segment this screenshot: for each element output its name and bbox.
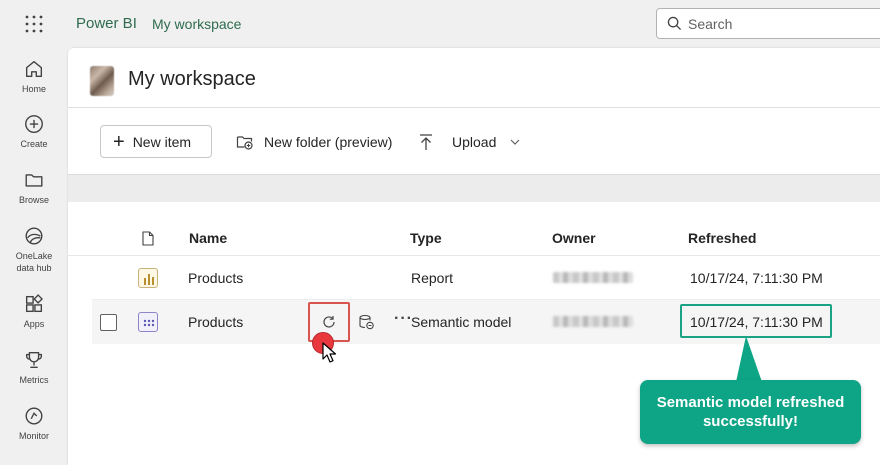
callout-pointer [736, 336, 762, 382]
nav-create[interactable]: Create [0, 113, 68, 150]
search-icon [667, 16, 682, 31]
nav-monitor-label: Monitor [18, 431, 49, 441]
row-refreshed: 10/17/24, 7:11:30 PM [690, 314, 823, 330]
table-header: Name Type Owner Refreshed [68, 220, 880, 256]
app-launcher-icon[interactable] [24, 14, 44, 34]
home-icon [25, 60, 43, 78]
upload-icon [420, 134, 432, 150]
refresh-icon[interactable] [322, 315, 336, 329]
new-folder-label: New folder (preview) [264, 134, 393, 150]
owner-redacted [553, 316, 633, 327]
workspace-avatar [90, 66, 114, 96]
new-item-label: New item [132, 133, 192, 150]
new-item-button[interactable]: + New item [100, 125, 212, 158]
brand-name[interactable]: Power BI [76, 15, 137, 32]
row-name[interactable]: Products [188, 270, 243, 286]
page-title: My workspace [128, 68, 256, 90]
nav-browse-label: Browse [18, 195, 49, 205]
nav-home[interactable]: Home [0, 58, 68, 95]
owner-redacted [553, 272, 633, 283]
trophy-icon [25, 351, 43, 369]
file-type-icon [142, 231, 154, 246]
toolbar: + New item New folder (preview) Upload [68, 109, 880, 174]
apps-icon [25, 294, 43, 313]
plus-icon: + [113, 130, 125, 153]
callout-text: Semantic model refreshed successfully! [656, 394, 845, 430]
success-callout: Semantic model refreshed successfully! [640, 380, 861, 444]
mouse-cursor-icon [322, 342, 336, 363]
semantic-model-icon [138, 312, 158, 332]
report-icon [138, 268, 158, 288]
left-nav-rail: Home Create Browse OneLake data hub Apps… [0, 48, 68, 465]
nav-browse[interactable]: Browse [0, 169, 68, 206]
row-refreshed: 10/17/24, 7:11:30 PM [690, 270, 823, 286]
row-name[interactable]: Products [188, 314, 243, 330]
upload-button[interactable]: Upload [418, 133, 530, 151]
search-input[interactable] [688, 15, 868, 32]
chevron-down-icon[interactable] [510, 138, 520, 146]
new-folder-button[interactable]: New folder (preview) [236, 133, 392, 151]
toolbar-separator-band [68, 174, 880, 202]
top-bar: Power BI My workspace [0, 0, 880, 48]
col-name[interactable]: Name [189, 230, 227, 246]
search-box[interactable] [656, 8, 880, 39]
table-row[interactable]: Products Report 10/17/24, 7:11:30 PM [92, 256, 880, 300]
nav-apps[interactable]: Apps [0, 293, 68, 330]
workspace-header: My workspace [68, 48, 880, 108]
nav-onelake-label: OneLake data hub [15, 251, 53, 273]
col-refreshed[interactable]: Refreshed [688, 230, 756, 246]
nav-monitor[interactable]: Monitor [0, 405, 68, 442]
create-icon [25, 115, 43, 133]
nav-home-label: Home [21, 84, 46, 94]
nav-apps-label: Apps [23, 319, 45, 329]
upload-label: Upload [452, 134, 497, 150]
row-checkbox[interactable] [100, 314, 117, 331]
row-type: Semantic model [411, 314, 512, 330]
monitor-icon [25, 407, 43, 425]
folder-icon [25, 174, 43, 187]
breadcrumb[interactable]: My workspace [152, 16, 241, 32]
nav-metrics[interactable]: Metrics [0, 349, 68, 386]
nav-onelake[interactable]: OneLake data hub [0, 225, 68, 274]
row-type: Report [411, 270, 454, 286]
onelake-icon [25, 227, 43, 245]
col-owner[interactable]: Owner [552, 230, 596, 246]
nav-metrics-label: Metrics [19, 375, 49, 385]
col-type[interactable]: Type [410, 230, 442, 246]
nav-create-label: Create [20, 139, 48, 149]
schedule-refresh-icon[interactable] [358, 314, 374, 330]
new-folder-icon [236, 136, 253, 150]
